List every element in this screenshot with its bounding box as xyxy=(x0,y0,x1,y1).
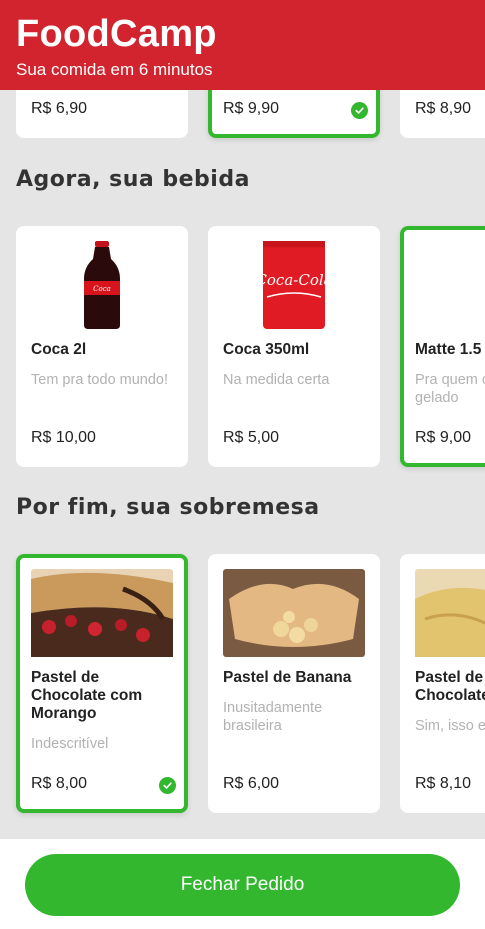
coca-can-image: Coca-Cola xyxy=(223,241,365,329)
dessert-card[interactable]: Pastel de Banana Inusitadamente brasilei… xyxy=(208,554,380,813)
meal-card[interactable]: R$ 8,90 xyxy=(400,90,485,138)
meals-row[interactable]: R$ 6,90 R$ 9,90 R$ 8,90 xyxy=(16,90,485,138)
pastel-chocolate-image xyxy=(415,569,485,657)
check-icon xyxy=(351,102,368,119)
drink-price: R$ 5,00 xyxy=(223,429,280,446)
dessert-price: R$ 6,00 xyxy=(223,775,280,792)
meal-card[interactable]: R$ 6,90 xyxy=(16,90,188,138)
drink-name: Matte 1.5 xyxy=(415,341,482,358)
app-subtitle: Sua comida em 6 minutos xyxy=(16,60,213,79)
dessert-description: Sim, isso e xyxy=(415,718,485,734)
drink-card[interactable]: Coca Coca 2l Tem pra todo mundo! R$ 10,0… xyxy=(16,226,188,467)
meal-card-selected[interactable]: R$ 9,90 xyxy=(208,90,380,138)
dessert-price: R$ 8,10 xyxy=(415,775,472,792)
dessert-name: Pastel de Chocolate xyxy=(415,669,485,704)
dessert-card[interactable]: Pastel de Chocolate Sim, isso e R$ 8,10 xyxy=(400,554,485,813)
drink-description: Na medida certa xyxy=(223,372,330,388)
meal-price: R$ 9,90 xyxy=(223,100,280,117)
drinks-row[interactable]: Coca Coca 2l Tem pra todo mundo! R$ 10,0… xyxy=(16,226,485,467)
dessert-description: Inusitadamente brasileira xyxy=(223,700,323,734)
drink-price: R$ 10,00 xyxy=(31,429,96,446)
coca-2l-image: Coca xyxy=(31,241,173,329)
dessert-description: Indescritível xyxy=(31,736,109,752)
drinks-section-title: Agora, sua bebida xyxy=(16,167,250,192)
matte-bottle-image xyxy=(415,241,485,329)
meal-price: R$ 6,90 xyxy=(31,100,88,117)
drink-description: Tem pra todo mundo! xyxy=(31,372,169,388)
footer-bar: Fechar Pedido xyxy=(0,839,485,929)
app-header: FoodCamp Sua comida em 6 minutos xyxy=(0,0,485,90)
drink-card[interactable]: Coca-Cola Coca 350ml Na medida certa R$ … xyxy=(208,226,380,467)
pastel-chocolate-morango-image xyxy=(31,569,173,657)
meal-price: R$ 8,90 xyxy=(415,100,472,117)
dessert-card-selected[interactable]: Pastel de Chocolate com Morango Indescri… xyxy=(16,554,188,813)
drink-name: Coca 2l xyxy=(31,341,87,358)
check-icon xyxy=(159,777,176,794)
drink-description: Pra quem c cha gelado xyxy=(415,372,485,406)
drink-price: R$ 9,00 xyxy=(415,429,472,446)
dessert-name: Pastel de Banana xyxy=(223,669,352,686)
desserts-row[interactable]: Pastel de Chocolate com Morango Indescri… xyxy=(16,554,485,813)
pastel-banana-image xyxy=(223,569,365,657)
dessert-name: Pastel de Chocolate com Morango xyxy=(31,669,143,722)
menu-scroll-area[interactable]: R$ 6,90 R$ 9,90 R$ 8,90 Agora, sua bebid… xyxy=(0,90,485,839)
dessert-price: R$ 8,00 xyxy=(31,775,88,792)
app-title: FoodCamp xyxy=(16,13,217,55)
svg-text:Coca-Cola: Coca-Cola xyxy=(261,271,327,289)
svg-text:Coca: Coca xyxy=(93,285,111,293)
drink-name: Coca 350ml xyxy=(223,341,310,358)
drink-card-selected[interactable]: Matte 1.5 Pra quem c cha gelado R$ 9,00 xyxy=(400,226,485,467)
desserts-section-title: Por fim, sua sobremesa xyxy=(16,495,320,520)
close-order-button[interactable]: Fechar Pedido xyxy=(25,854,460,916)
